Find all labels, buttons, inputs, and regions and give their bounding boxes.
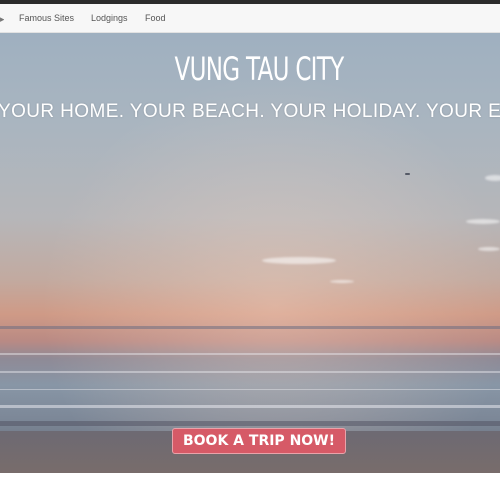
wave [0,421,500,426]
hero-banner: VUNG TAU CITY YOUR HOME. YOUR BEACH. YOU… [0,33,500,473]
cloud [330,280,354,283]
cloud [478,247,500,251]
cloud [466,219,500,224]
horizon-line [0,326,500,329]
nav-link-food[interactable]: Food [145,4,166,32]
book-trip-button[interactable]: BOOK A TRIP NOW! [172,428,346,454]
nav-link-famous-sites[interactable]: Famous Sites [19,4,74,32]
wave [0,389,500,390]
cloud [262,257,336,264]
hero-title: VUNG TAU CITY [174,50,345,88]
navbar: ▸ Famous Sites Lodgings Food [0,4,500,33]
wave [0,353,500,355]
bird [405,173,410,175]
page-bottom [0,473,500,500]
nav-link-lodgings[interactable]: Lodgings [91,4,128,32]
nav-toggle-icon[interactable]: ▸ [0,14,4,24]
wave [0,371,500,373]
hero-tagline: YOUR HOME. YOUR BEACH. YOUR HOLIDAY. YOU… [0,101,500,122]
wave [0,405,500,408]
cloud [485,175,500,181]
